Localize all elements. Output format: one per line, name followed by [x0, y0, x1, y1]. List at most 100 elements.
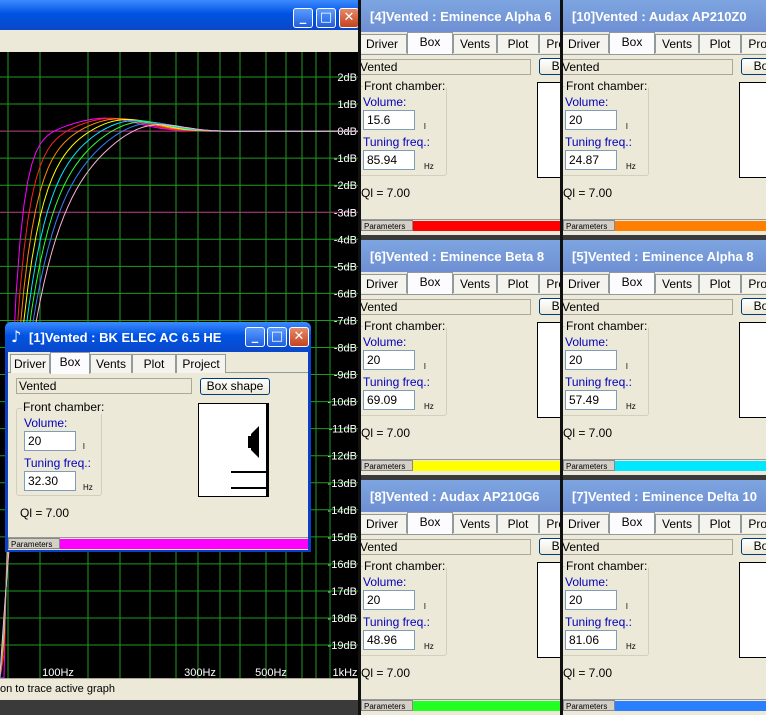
volume-unit: l	[626, 602, 628, 611]
box-shape-button[interactable]: Bo	[741, 538, 766, 555]
tab-plot[interactable]: Plot	[497, 274, 539, 293]
tab-driver[interactable]: Driver	[361, 34, 407, 53]
tab-project[interactable]: Project	[176, 354, 226, 373]
maximize-button[interactable]: □	[267, 327, 287, 347]
tab-box[interactable]: Box	[407, 32, 453, 54]
volume-input[interactable]: 20	[565, 110, 617, 130]
tuning-freq-input[interactable]: 32.30	[24, 471, 76, 491]
tab-plot[interactable]: Plot	[497, 514, 539, 533]
box-shape-button[interactable]: Bo	[741, 298, 766, 315]
tab-driver[interactable]: Driver	[361, 514, 407, 533]
box-shape-button[interactable]: Bo	[539, 538, 560, 555]
tab-driver[interactable]: Driver	[563, 274, 609, 293]
box-shape-button[interactable]: Bo	[539, 298, 560, 315]
tab-vents[interactable]: Vents	[655, 514, 699, 533]
volume-input[interactable]: 20	[24, 431, 76, 451]
curve-color-swatch[interactable]	[615, 701, 766, 711]
box-shape-button[interactable]: Bo	[539, 58, 560, 75]
window-title: [4]Vented : Eminence Alpha 6	[370, 9, 552, 24]
curve-color-swatch[interactable]	[615, 221, 766, 231]
tab-project[interactable]: Project	[539, 34, 560, 53]
minimize-button[interactable]: _	[293, 8, 313, 28]
speaker-icon: ♪	[11, 327, 22, 346]
box-type-select[interactable]: Vented	[563, 299, 733, 315]
minimize-button[interactable]: _	[245, 327, 265, 347]
tuning-freq-input[interactable]: 81.06	[565, 630, 617, 650]
box-type-select[interactable]: Vented	[563, 539, 733, 555]
ql-value: Ql = 7.00	[563, 666, 613, 680]
enclosure-window-titlebar[interactable]: [6]Vented : Eminence Beta 8	[361, 240, 560, 272]
box-type-select[interactable]: Vented	[361, 59, 531, 75]
tab-plot[interactable]: Plot	[699, 274, 741, 293]
enclosure-window-titlebar[interactable]: [4]Vented : Eminence Alpha 6	[361, 0, 560, 32]
tuning-freq-unit: Hz	[626, 402, 636, 411]
box-type-select[interactable]: Vented	[361, 299, 531, 315]
box-type-select[interactable]: Vented	[563, 59, 733, 75]
tab-box[interactable]: Box	[407, 272, 453, 294]
tab-driver[interactable]: Driver	[10, 354, 50, 373]
tab-plot[interactable]: Plot	[497, 34, 539, 53]
tab-vents[interactable]: Vents	[90, 354, 132, 373]
parameters-bar: Parameters	[8, 537, 308, 550]
tuning-freq-input[interactable]: 85.94	[363, 150, 415, 170]
enclosure-window-1-titlebar[interactable]: ♪ [1]Vented : BK ELEC AC 6.5 HE _ □ ✕	[5, 322, 311, 352]
enclosure-window-titlebar[interactable]: [5]Vented : Eminence Alpha 8	[563, 240, 766, 272]
curve-color-swatch[interactable]	[413, 461, 560, 471]
tab-box[interactable]: Box	[407, 512, 453, 534]
enclosure-window-titlebar[interactable]: [10]Vented : Audax AP210Z0	[563, 0, 766, 32]
volume-input[interactable]: 15.6	[363, 110, 415, 130]
tuning-freq-label: Tuning freq.:	[363, 375, 430, 389]
graph-window-titlebar[interactable]: _ □ ✕	[0, 0, 360, 30]
front-chamber-label: Front chamber:	[565, 559, 649, 573]
curve-color-swatch[interactable]	[615, 461, 766, 471]
db-axis-label: -16dB	[328, 559, 357, 571]
tab-plot[interactable]: Plot	[132, 354, 176, 373]
box-shape-button[interactable]: Bo	[741, 58, 766, 75]
maximize-button[interactable]: □	[316, 8, 336, 28]
volume-unit: l	[424, 602, 426, 611]
tab-project[interactable]: Project	[539, 514, 560, 533]
tab-vents[interactable]: Vents	[655, 274, 699, 293]
tuning-freq-input[interactable]: 24.87	[565, 150, 617, 170]
tab-project[interactable]: Project	[539, 274, 560, 293]
tuning-freq-input[interactable]: 57.49	[565, 390, 617, 410]
curve-color-swatch[interactable]	[413, 701, 560, 711]
box-shape-button[interactable]: Box shape	[200, 378, 270, 395]
tab-driver[interactable]: Driver	[361, 274, 407, 293]
tab-box[interactable]: Box	[609, 272, 655, 294]
box-type-select[interactable]: Vented	[361, 539, 531, 555]
curve-color-swatch[interactable]	[413, 221, 560, 231]
tab-project[interactable]: Project	[741, 34, 766, 53]
front-chamber-label: Front chamber:	[565, 79, 649, 93]
tab-box[interactable]: Box	[50, 352, 90, 374]
tab-strip: DriverBoxVentsPlotProject	[563, 272, 766, 295]
window-title: [5]Vented : Eminence Alpha 8	[572, 249, 754, 264]
tab-plot[interactable]: Plot	[699, 514, 741, 533]
tab-vents[interactable]: Vents	[453, 34, 497, 53]
tab-vents[interactable]: Vents	[655, 34, 699, 53]
tab-driver[interactable]: Driver	[563, 514, 609, 533]
tab-vents[interactable]: Vents	[453, 514, 497, 533]
enclosure-window-titlebar[interactable]: [8]Vented : Audax AP210G6	[361, 480, 560, 512]
volume-input[interactable]: 20	[363, 590, 415, 610]
tuning-freq-input[interactable]: 48.96	[363, 630, 415, 650]
tab-project[interactable]: Project	[741, 274, 766, 293]
volume-input[interactable]: 20	[363, 350, 415, 370]
volume-input[interactable]: 20	[565, 590, 617, 610]
tab-box[interactable]: Box	[609, 32, 655, 54]
tab-plot[interactable]: Plot	[699, 34, 741, 53]
tab-box[interactable]: Box	[609, 512, 655, 534]
tab-project[interactable]: Project	[741, 514, 766, 533]
enclosure-window-titlebar[interactable]: [7]Vented : Eminence Delta 10	[563, 480, 766, 512]
tab-driver[interactable]: Driver	[563, 34, 609, 53]
volume-input[interactable]: 20	[565, 350, 617, 370]
box-type-select[interactable]: Vented	[16, 378, 192, 394]
close-button[interactable]: ✕	[289, 327, 309, 347]
tuning-freq-label: Tuning freq.:	[363, 615, 430, 629]
curve-color-swatch[interactable]	[60, 539, 308, 549]
tuning-freq-input[interactable]: 69.09	[363, 390, 415, 410]
tab-vents[interactable]: Vents	[453, 274, 497, 293]
frequency-axis-label: 500Hz	[255, 667, 287, 678]
close-button[interactable]: ✕	[339, 8, 359, 28]
window-title: [10]Vented : Audax AP210Z0	[572, 9, 747, 24]
